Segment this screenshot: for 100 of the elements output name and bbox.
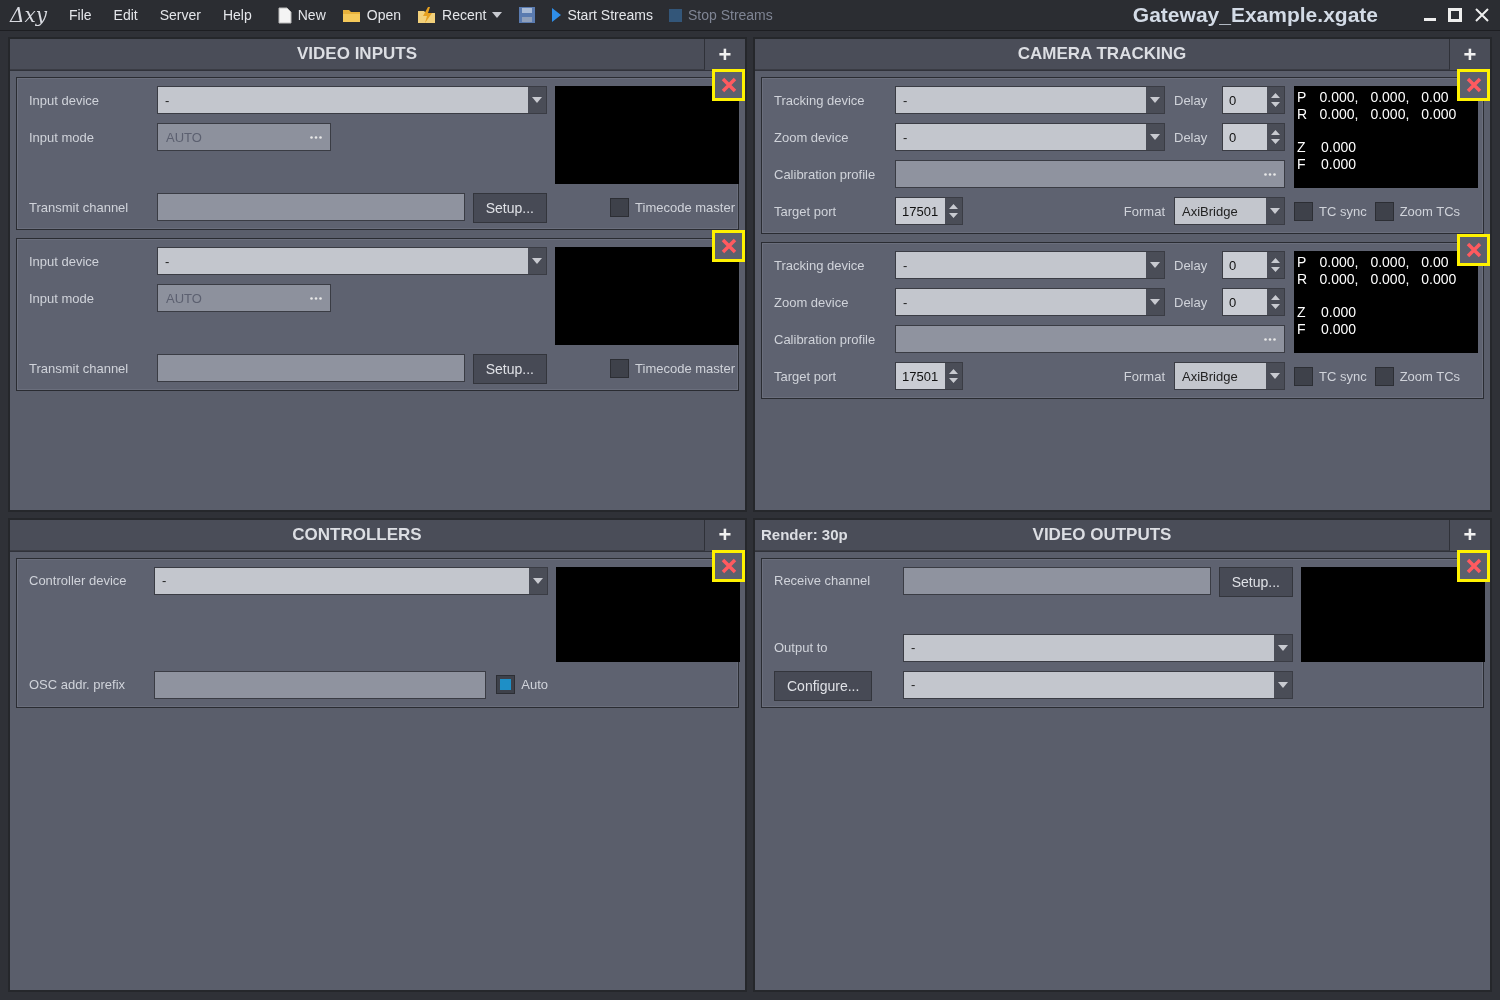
field-label: Input device	[29, 253, 101, 269]
field-label: Delay	[1174, 129, 1209, 145]
close-button[interactable]	[1457, 549, 1490, 582]
field-label: Tracking device	[774, 257, 866, 273]
field-label: Target port	[774, 203, 838, 219]
add-button[interactable]: +	[1450, 39, 1490, 70]
menu-item[interactable]: Server	[159, 7, 201, 23]
profile-field[interactable]	[895, 325, 1285, 353]
toolbar-button[interactable]: Recent	[413, 6, 507, 24]
dropdown[interactable]: -	[895, 288, 1165, 316]
caret-icon	[1278, 644, 1288, 651]
ellipsis-icon	[1264, 172, 1276, 176]
dropdown[interactable]: -	[154, 566, 548, 595]
close-button[interactable]	[1457, 234, 1490, 266]
profile-field[interactable]	[895, 160, 1285, 188]
checkbox-label: Timecode master	[635, 360, 735, 376]
panel-title: CONTROLLERS	[292, 524, 422, 545]
dropdown[interactable]: -	[895, 86, 1165, 114]
tracking-readout: P 0.000, 0.000, 0.00 R 0.000, 0.000, 0.000 Z 0.000 F 0.000	[1294, 86, 1478, 188]
dropdown[interactable]: -	[157, 86, 547, 114]
field-label: Zoom device	[774, 129, 850, 145]
number-field[interactable]: 17501	[895, 197, 963, 225]
dropdown[interactable]: AxiBridge	[1174, 197, 1285, 225]
field-label: Target port	[774, 368, 838, 384]
menu-item[interactable]: Edit	[113, 7, 138, 23]
menu-item[interactable]: Help	[222, 7, 252, 23]
panel-title: VIDEO INPUTS	[297, 44, 417, 64]
close-button[interactable]	[712, 69, 745, 101]
field-label: Controller device	[29, 573, 128, 588]
checkbox[interactable]	[610, 197, 630, 217]
text-field[interactable]	[157, 354, 465, 382]
toolbar-button[interactable]: Start Streams	[548, 7, 657, 23]
folder-icon	[341, 7, 361, 23]
add-button[interactable]: +	[1450, 519, 1490, 551]
close-icon	[1464, 76, 1483, 94]
field-label: Delay	[1174, 92, 1209, 108]
checkbox-label: TC sync	[1319, 368, 1367, 384]
checkbox[interactable]	[496, 675, 516, 694]
number-field[interactable]: 0	[1222, 288, 1285, 316]
close-icon	[1464, 556, 1483, 575]
add-button[interactable]: +	[705, 39, 745, 70]
field-label: Transmit channel	[29, 199, 130, 215]
field-label: Input mode	[29, 129, 96, 145]
add-button[interactable]: +	[705, 519, 745, 551]
dropdown[interactable]: -	[903, 633, 1293, 662]
dropdown[interactable]: AxiBridge	[1174, 362, 1285, 390]
number-field[interactable]: 0	[1222, 86, 1285, 114]
close-icon	[1464, 241, 1483, 259]
number-field[interactable]: 0	[1222, 123, 1285, 151]
maximize-button[interactable]	[1448, 8, 1462, 22]
close-button[interactable]	[1474, 7, 1490, 23]
checkbox[interactable]	[1374, 366, 1394, 386]
toolbar-button[interactable]: Open	[337, 7, 405, 23]
spinner-arrows-icon	[1271, 129, 1280, 145]
caret-icon	[1278, 681, 1288, 688]
text-field[interactable]	[903, 566, 1211, 595]
menu-item[interactable]: File	[69, 7, 92, 23]
checkbox-label: Zoom TCs	[1399, 203, 1461, 219]
spinner-arrows-icon	[1271, 92, 1280, 108]
checkbox[interactable]	[1374, 201, 1394, 221]
close-button[interactable]	[712, 230, 745, 262]
spinner-arrows-icon	[949, 368, 958, 384]
field-label: Input mode	[29, 290, 96, 306]
document-icon	[277, 6, 292, 24]
checkbox[interactable]	[1294, 366, 1313, 386]
ellipsis-icon	[1264, 337, 1276, 341]
checkbox-label: Auto	[521, 677, 548, 692]
field-label: Format	[1123, 203, 1165, 219]
close-button[interactable]	[1457, 69, 1490, 101]
checkbox[interactable]	[610, 358, 630, 378]
spinner-arrows-icon	[1271, 294, 1280, 310]
folder-lightning-icon	[417, 6, 436, 24]
setup-button[interactable]: Setup...	[472, 193, 547, 223]
field-label: Delay	[1174, 257, 1209, 273]
setup-button[interactable]: Setup...	[1218, 566, 1293, 597]
spinner-arrows-icon	[949, 203, 958, 219]
ellipsis-icon	[310, 135, 322, 139]
app-logo: Δxy	[10, 3, 48, 27]
field-label: Output to	[774, 640, 829, 655]
dropdown[interactable]: -	[895, 123, 1165, 151]
dropdown[interactable]: -	[157, 247, 547, 275]
text-field[interactable]	[154, 670, 487, 699]
number-field[interactable]: 0	[1222, 251, 1285, 279]
dropdown[interactable]: -	[895, 251, 1165, 279]
field-label: Calibration profile	[774, 166, 877, 182]
configure-button[interactable]: Configure...	[774, 670, 873, 701]
number-field[interactable]: 17501	[895, 362, 963, 390]
close-button[interactable]	[712, 549, 745, 582]
checkbox[interactable]	[1294, 201, 1313, 221]
dropdown[interactable]: -	[903, 670, 1293, 699]
field-label: Zoom device	[774, 294, 850, 310]
field-label: Format	[1123, 368, 1165, 384]
caret-icon	[532, 258, 542, 264]
field-label: Calibration profile	[774, 331, 877, 347]
toolbar-button[interactable]: New	[273, 6, 330, 24]
setup-button[interactable]: Setup...	[472, 354, 547, 384]
stop-icon	[668, 8, 682, 22]
text-field[interactable]	[157, 193, 465, 221]
caret-icon	[1150, 134, 1160, 140]
maximize-icon	[1448, 8, 1462, 22]
